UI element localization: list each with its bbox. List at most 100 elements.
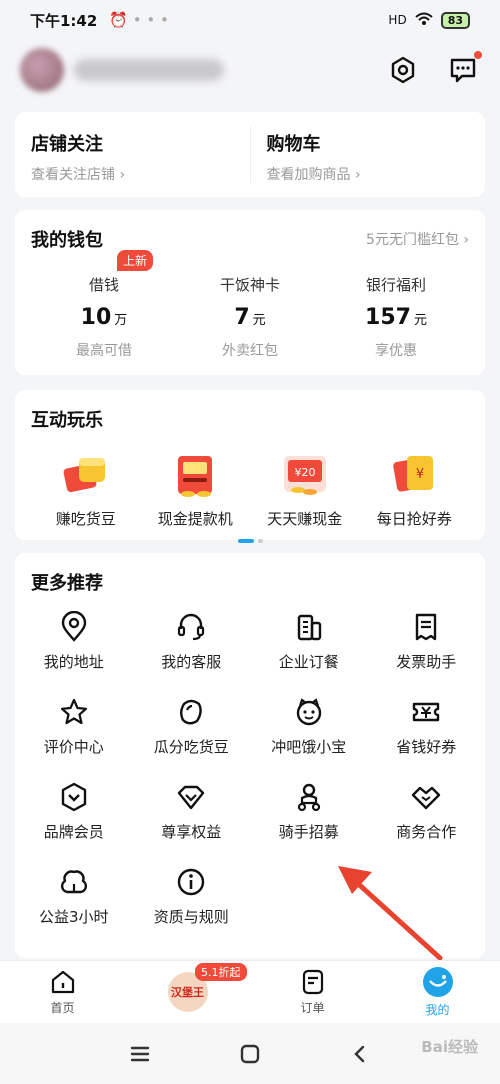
grid-item-label: 资质与规则 [153,908,229,926]
home-icon [51,970,74,994]
orders-icon [302,969,323,995]
fun-item-label: 赚吃货豆 [55,510,116,528]
grid-item-enterprise[interactable]: 企业订餐 [250,611,368,672]
coupon-tickets-icon: ¥ [393,456,434,492]
wallet-header: 我的钱包 5元无门槛红包 › [31,226,469,252]
unread-dot [474,51,482,59]
invoice-icon [416,613,437,641]
follow-shop-entry[interactable]: 店铺关注 查看关注店铺 › [15,112,250,197]
svg-text:¥: ¥ [416,467,424,482]
tab-promo[interactable]: 5.1折起 汉堡王 [125,961,250,1023]
wallet-title: 我的钱包 [31,230,103,251]
fun-item-atm[interactable]: 现金提款机 [141,446,251,529]
grid-item-label: 我的客服 [161,653,222,671]
wallet-item-label: 银行福利 [365,276,426,294]
menu-icon[interactable] [129,1045,151,1063]
grid-item-rules[interactable]: 资质与规则 [133,866,251,927]
status-time: 下午1:42 [30,11,98,30]
wallet-item-desc: 外卖红包 [222,343,278,359]
grid-item-address[interactable]: 我的地址 [15,611,133,672]
headset-icon [178,613,205,641]
grid-item-mascot[interactable]: 冲吧饿小宝 [250,696,368,757]
home-square-icon[interactable] [239,1043,261,1065]
bean-icon [180,699,203,725]
more-card: 更多推荐 我的地址 我的客服 企业订餐 发票助手 评价中心 瓜分吃货豆 冲吧饿小… [15,553,485,958]
fun-item-beans[interactable]: 赚吃货豆 [31,446,141,529]
fun-title: 互动玩乐 [31,410,103,431]
wallet-item-desc: 享优惠 [375,343,417,359]
wifi-icon [415,12,433,29]
tab-orders[interactable]: 订单 [250,961,375,1023]
settings-icon[interactable] [386,53,420,87]
tab-home[interactable]: 首页 [0,961,125,1023]
wallet-item-value: 157 元 [365,305,427,330]
tab-bar: 首页 5.1折起 汉堡王 订单 我的 [0,960,500,1023]
wallet-item-value: 10 万 [80,305,128,330]
grid-item-beans[interactable]: 瓜分吃货豆 [133,696,251,757]
grid-item-label: 商务合作 [396,823,457,841]
carousel-dot [257,539,263,543]
grid-item-business[interactable]: 商务合作 [368,781,486,842]
new-badge: 上新 [117,250,154,271]
grid-item-reviews[interactable]: 评价中心 [15,696,133,757]
wallet-item-bank[interactable]: 银行福利 157 元 享优惠 [323,274,469,360]
wallet-item-desc: 最高可借 [76,343,132,359]
back-icon[interactable] [349,1043,371,1065]
tab-label: 首页 [50,1001,75,1015]
grid-item-coupons[interactable]: 省钱好券 [368,696,486,757]
coin-bag-icon [63,458,105,493]
info-icon [178,868,205,896]
grid-item-service[interactable]: 我的客服 [133,611,251,672]
profile-header [0,40,500,100]
cart-title: 购物车 [266,134,321,155]
wallet-item-loan[interactable]: 上新 借钱 10 万 最高可借 [31,250,177,360]
wallet-item-meal-card[interactable]: 干饭神卡 7元 外卖红包 [177,274,323,360]
grid-item-label: 发票助手 [396,653,457,671]
promo-badge: 5.1折起 [195,963,247,981]
cart-entry[interactable]: 购物车 查看加购商品 › [251,112,486,197]
building-icon [297,614,321,641]
charity-icon [60,870,87,894]
more-grid: 我的地址 我的客服 企业订餐 发票助手 评价中心 瓜分吃货豆 冲吧饿小宝 省钱好… [15,611,485,927]
carousel-indicator [31,539,469,543]
grid-item-charity[interactable]: 公益3小时 [15,866,133,927]
grid-item-rider-recruit[interactable]: 骑手招募 [250,781,368,842]
grid-item-brand-member[interactable]: 品牌会员 [15,781,133,842]
username-blurred[interactable] [74,59,224,81]
battery-icon: 83 [440,11,470,29]
fun-items: 赚吃货豆 现金提款机 ¥20 天天赚现金 ¥ 每日抢好券 [31,446,469,529]
follow-shop-title: 店铺关注 [31,134,103,155]
avatar[interactable] [20,48,64,92]
brand-member-icon [61,782,86,812]
carousel-dot-active [237,539,254,543]
fun-item-label: 每日抢好券 [376,510,452,528]
watermark: Bai经验 [421,1038,478,1056]
status-right: HD 83 [388,11,470,29]
grid-item-label: 尊享权益 [161,823,222,841]
network-label: HD [388,13,407,27]
wallet-card: 我的钱包 5元无门槛红包 › 上新 借钱 10 万 最高可借 干饭神卡 7元 外卖… [15,210,485,375]
grid-item-label: 省钱好券 [396,738,457,756]
grid-item-label: 骑手招募 [278,823,339,841]
grid-item-benefits[interactable]: 尊享权益 [133,781,251,842]
grid-item-invoice[interactable]: 发票助手 [368,611,486,672]
wallet-items: 上新 借钱 10 万 最高可借 干饭神卡 7元 外卖红包 银行福利 157 元 享优… [31,250,469,360]
star-icon [60,698,87,725]
atm-icon [178,456,213,497]
grid-item-label: 公益3小时 [38,908,109,926]
svg-text:¥20: ¥20 [294,466,315,479]
mascot-icon [296,698,321,726]
benefit-icon [178,785,205,810]
status-notification-icons: ⏰ • • • [109,11,169,29]
red-packet-link[interactable]: 5元无门槛红包 › [366,229,469,249]
fun-item-label: 现金提款机 [157,510,233,528]
fun-item-daily-cash[interactable]: ¥20 天天赚现金 [250,446,360,529]
rider-icon [297,783,320,812]
location-icon [61,611,86,642]
wallet-item-label: 干饭神卡 [219,276,280,294]
tab-mine[interactable]: 我的 [375,961,500,1023]
fun-card: 互动玩乐 赚吃货豆 现金提款机 ¥20 天天赚现金 ¥ 每日抢好券 [15,390,485,543]
coupon-icon [413,702,440,722]
message-icon[interactable] [446,51,482,87]
fun-item-coupons[interactable]: ¥ 每日抢好券 [360,446,470,529]
